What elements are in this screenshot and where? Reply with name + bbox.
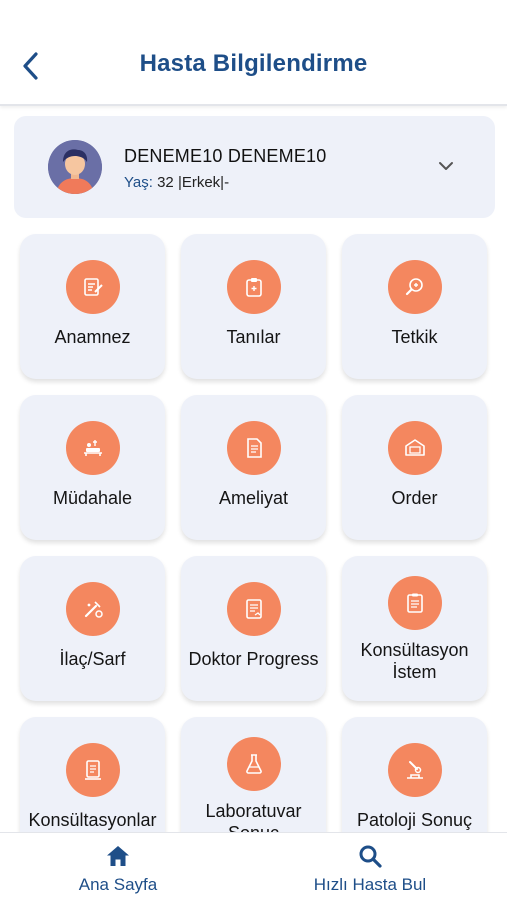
- chevron-down-icon: [439, 162, 453, 170]
- app-header: Hasta Bilgilendirme: [0, 0, 507, 106]
- gender-text: |Erkek|-: [177, 174, 230, 191]
- menu-tile-ameliyat[interactable]: Ameliyat: [181, 395, 326, 540]
- menu-tile-order[interactable]: Order: [342, 395, 487, 540]
- nav-quick-search[interactable]: Hızlı Hasta Bul: [260, 833, 480, 901]
- menu-tile-mudahale[interactable]: Müdahale: [20, 395, 165, 540]
- menu-tile-ilac-sarf[interactable]: İlaç/Sarf: [20, 556, 165, 701]
- surgery-report-icon: [227, 421, 281, 475]
- nav-search-label: Hızlı Hasta Bul: [313, 875, 427, 894]
- clipboard-icon: [227, 260, 281, 314]
- notes-edit-icon: [66, 260, 120, 314]
- menu-tile-label: Ameliyat: [218, 488, 289, 508]
- progress-document-icon: [227, 582, 281, 636]
- patient-meta: Yaş: 32 |Erkek|-: [124, 174, 229, 191]
- menu-tile-label: İlaç/Sarf: [59, 649, 126, 669]
- menu-tile-label: Müdahale: [52, 488, 133, 508]
- menu-tile-label: Anamnez: [54, 327, 131, 347]
- age-value: 32: [157, 174, 174, 191]
- menu-tile-tanilar[interactable]: Tanılar: [181, 234, 326, 379]
- page-title: Hasta Bilgilendirme: [139, 50, 368, 77]
- nav-home[interactable]: Ana Sayfa: [8, 833, 228, 901]
- consult-request-icon: [388, 576, 442, 630]
- consultations-icon: [66, 743, 120, 797]
- menu-tile-label: Tanılar: [226, 327, 281, 347]
- menu-tile-label: Konsültasyonlar: [28, 810, 157, 830]
- age-label: Yaş:: [124, 174, 153, 191]
- menu-tile-label: Patoloji Sonuç: [356, 810, 473, 830]
- patient-name: DENEME10 DENEME10: [124, 146, 327, 166]
- menu-tile-label: Order: [391, 488, 438, 508]
- menu-tile-konsultasyon-istem[interactable]: Konsültasyon İstem: [342, 556, 487, 701]
- menu-tile-label: Doktor Progress: [188, 649, 319, 669]
- order-box-icon: [388, 421, 442, 475]
- menu-tile-label: Konsültasyon İstem: [360, 640, 469, 682]
- search-icon: [359, 845, 382, 868]
- menu-tile-tetkik[interactable]: Tetkik: [342, 234, 487, 379]
- menu-tile-doktor-progress[interactable]: Doktor Progress: [181, 556, 326, 701]
- expand-patient-button[interactable]: [434, 154, 458, 178]
- home-icon: [107, 846, 129, 866]
- menu-tile-laboratuvar-sonuc[interactable]: Laboratuvar Sonuç: [181, 717, 326, 832]
- medication-icon: [66, 582, 120, 636]
- menu-tile-label: Tetkik: [391, 327, 438, 347]
- pathology-icon: [388, 743, 442, 797]
- menu-tile-anamnez[interactable]: Anamnez: [20, 234, 165, 379]
- bottom-navigation: Ana Sayfa Hızlı Hasta Bul: [0, 832, 507, 901]
- menu-grid: Anamnez Tanılar Tetkik Müdahale Ameliyat…: [0, 232, 507, 832]
- microscope-icon: [388, 260, 442, 314]
- nav-home-label: Ana Sayfa: [78, 875, 158, 894]
- menu-tile-patoloji-sonuc[interactable]: Patoloji Sonuç: [342, 717, 487, 832]
- procedure-bed-icon: [66, 421, 120, 475]
- menu-tile-konsultasyonlar[interactable]: Konsültasyonlar: [20, 717, 165, 832]
- patient-card[interactable]: DENEME10 DENEME10 Yaş: 32 |Erkek|-: [14, 116, 495, 218]
- lab-flask-icon: [227, 737, 281, 791]
- avatar: [48, 140, 102, 194]
- menu-tile-label: Laboratuvar Sonuç: [205, 801, 302, 832]
